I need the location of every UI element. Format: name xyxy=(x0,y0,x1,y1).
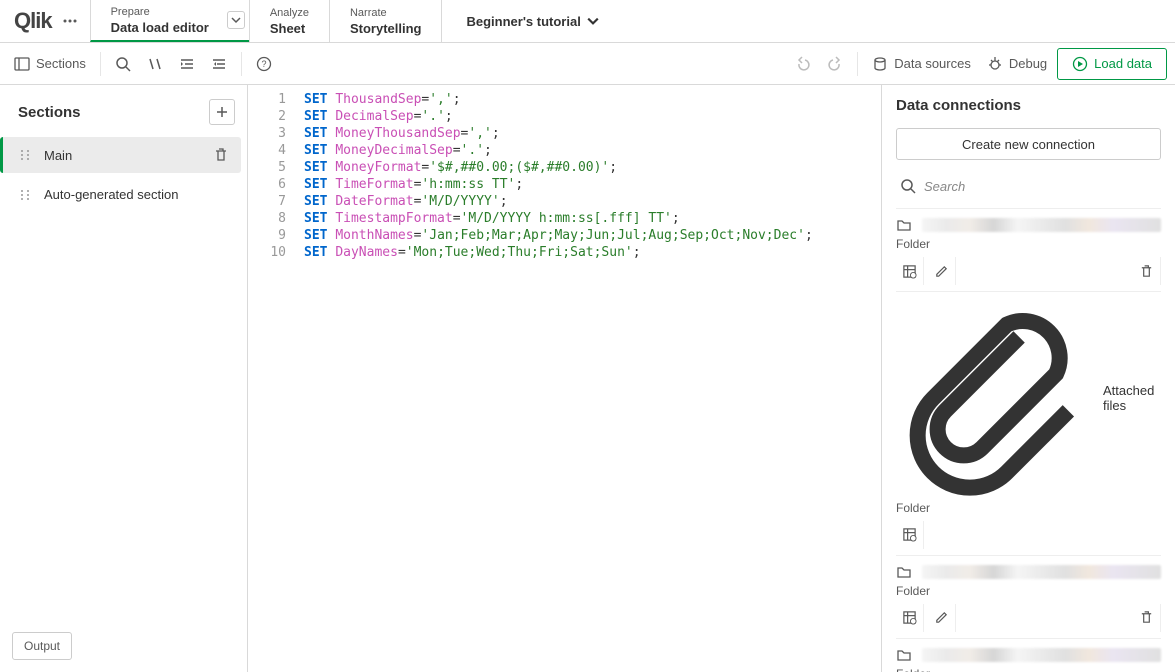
section-label: Auto-generated section xyxy=(44,187,229,202)
connection-item: Folder xyxy=(896,208,1161,291)
redo-button[interactable] xyxy=(821,50,849,78)
editor-toolbar: Sections ? Data sources Debug Load data xyxy=(0,43,1175,85)
nav-tab-toplabel: Narrate xyxy=(350,7,422,19)
comment-button[interactable] xyxy=(141,50,169,78)
connection-item: Folder xyxy=(896,555,1161,638)
svg-text:?: ? xyxy=(261,59,266,69)
select-data-icon xyxy=(902,610,917,625)
select-data-button[interactable] xyxy=(896,257,924,285)
nav-tab-bottomlabel: Data load editor xyxy=(111,20,209,35)
folder-icon xyxy=(896,564,912,580)
tab-prepare[interactable]: Prepare Data load editor xyxy=(90,0,249,42)
app-logo: Qlik xyxy=(14,8,52,34)
tab-analyze[interactable]: Analyze Sheet xyxy=(249,0,329,42)
section-item[interactable]: Main xyxy=(0,137,241,173)
app-title-dropdown[interactable]: Beginner's tutorial xyxy=(442,0,622,42)
select-data-icon xyxy=(902,264,917,279)
nav-tab-toplabel: Prepare xyxy=(111,6,209,18)
connections-title: Data connections xyxy=(896,97,1161,114)
section-item[interactable]: Auto-generated section xyxy=(6,177,241,212)
folder-icon xyxy=(896,647,912,663)
folder-icon xyxy=(896,217,912,233)
help-button[interactable]: ? xyxy=(250,50,278,78)
nav-tab-toplabel: Analyze xyxy=(270,7,309,19)
nav-tab-bottomlabel: Sheet xyxy=(270,21,309,36)
output-button[interactable]: Output xyxy=(12,632,72,660)
app-title: Beginner's tutorial xyxy=(466,14,580,29)
debug-button[interactable]: Debug xyxy=(981,50,1053,78)
data-sources-label: Data sources xyxy=(894,56,971,71)
attachment-icon xyxy=(896,300,1093,497)
section-label: Main xyxy=(44,148,201,163)
edit-icon xyxy=(934,264,949,279)
debug-label: Debug xyxy=(1009,56,1047,71)
undo-button[interactable] xyxy=(789,50,817,78)
delete-icon[interactable] xyxy=(1139,610,1154,625)
chevron-down-icon xyxy=(587,15,599,27)
connections-search[interactable]: Search xyxy=(896,172,1161,200)
action-separator xyxy=(960,257,988,285)
tab-narrate[interactable]: Narrate Storytelling xyxy=(329,0,442,42)
connection-item: Folder xyxy=(896,638,1161,672)
data-connections-panel: Data connections Create new connection S… xyxy=(881,85,1175,672)
more-options-icon[interactable] xyxy=(62,13,78,29)
select-data-button[interactable] xyxy=(896,521,924,549)
connection-item: Attached files Folder xyxy=(896,291,1161,555)
code-editor[interactable]: 12345678910 SET ThousandSep=',';SET Deci… xyxy=(248,85,881,672)
edit-connection-button[interactable] xyxy=(928,257,956,285)
select-data-icon xyxy=(902,527,917,542)
action-separator xyxy=(960,604,988,632)
connection-type: Folder xyxy=(896,667,1161,672)
search-icon xyxy=(900,178,916,194)
search-button[interactable] xyxy=(109,50,137,78)
edit-connection-button[interactable] xyxy=(928,604,956,632)
code-area[interactable]: SET ThousandSep=',';SET DecimalSep='.';S… xyxy=(296,85,881,672)
create-connection-button[interactable]: Create new connection xyxy=(896,128,1161,160)
output-label: Output xyxy=(24,639,60,653)
connection-type: Folder xyxy=(896,501,1161,515)
toggle-sections-button[interactable]: Sections xyxy=(8,50,92,78)
load-data-label: Load data xyxy=(1094,56,1152,71)
delete-icon[interactable] xyxy=(1139,264,1154,279)
search-placeholder: Search xyxy=(924,179,965,194)
connection-type: Folder xyxy=(896,584,1161,598)
edit-icon xyxy=(934,610,949,625)
connection-type: Folder xyxy=(896,237,1161,251)
indent-button[interactable] xyxy=(173,50,201,78)
connection-name: Attached files xyxy=(1103,383,1161,413)
add-section-button[interactable] xyxy=(209,99,235,125)
load-data-button[interactable]: Load data xyxy=(1057,48,1167,80)
drag-handle-icon xyxy=(18,188,32,202)
connection-name-blurred xyxy=(922,218,1161,232)
nav-tab-bottomlabel: Storytelling xyxy=(350,21,422,36)
data-sources-button[interactable]: Data sources xyxy=(866,50,977,78)
sections-toggle-label: Sections xyxy=(36,56,86,71)
toolbar-separator xyxy=(241,52,242,76)
action-separator xyxy=(928,521,956,549)
toolbar-separator xyxy=(857,52,858,76)
sections-title: Sections xyxy=(18,104,81,121)
top-navigation-bar: Qlik Prepare Data load editor Analyze Sh… xyxy=(0,0,1175,43)
sections-panel: Sections Main Auto-generated section Outp… xyxy=(0,85,248,672)
connection-name-blurred xyxy=(922,565,1161,579)
plus-icon xyxy=(215,105,229,119)
line-number-gutter: 12345678910 xyxy=(248,85,296,672)
chevron-down-icon[interactable] xyxy=(227,11,245,29)
drag-handle-icon xyxy=(18,148,32,162)
toolbar-separator xyxy=(100,52,101,76)
delete-connection-button[interactable] xyxy=(1133,604,1161,632)
outdent-button[interactable] xyxy=(205,50,233,78)
connection-name-blurred xyxy=(922,648,1161,662)
delete-icon[interactable] xyxy=(213,147,229,163)
delete-connection-button[interactable] xyxy=(1133,257,1161,285)
select-data-button[interactable] xyxy=(896,604,924,632)
